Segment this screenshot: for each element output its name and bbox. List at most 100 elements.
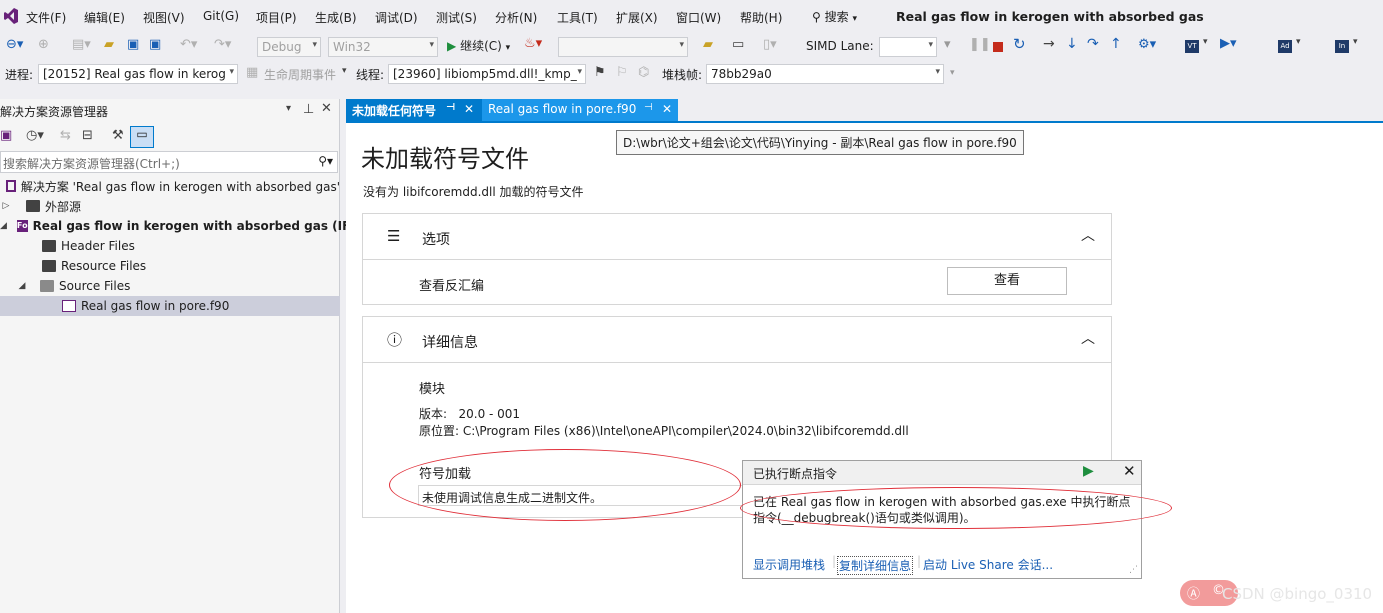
stop-icon[interactable] — [993, 42, 1003, 52]
close-icon[interactable]: ✕ — [321, 101, 332, 116]
continue-button[interactable]: ▶ 继续(C) ▾ — [447, 37, 510, 54]
tree-item-source-files[interactable]: ◢ Source Files — [0, 276, 340, 296]
chevron-up-icon[interactable]: ︿ — [1081, 225, 1095, 245]
show-call-stack-link[interactable]: 显示调用堆栈 — [753, 556, 825, 573]
chevron-down-icon[interactable]: ▾ — [1203, 37, 1208, 47]
sync-arrows-icon[interactable]: ⇆ — [60, 128, 71, 143]
overflow-icon[interactable]: ▾ — [950, 68, 955, 78]
menu-help[interactable]: 帮助(H) — [740, 9, 782, 26]
menu-edit[interactable]: 编辑(E) — [84, 9, 125, 26]
undo-icon[interactable]: ↶▾ — [180, 37, 197, 52]
collapse-all-icon[interactable]: ⊟ — [82, 128, 93, 143]
tree-item-header-files[interactable]: Header Files — [0, 236, 340, 256]
pin-icon[interactable]: ⊥ — [303, 102, 314, 117]
run-icon[interactable]: ▶▾ — [1220, 36, 1237, 51]
page-subtitle: 没有为 libifcoremdd.dll 加载的符号文件 — [363, 185, 584, 199]
chevron-up-icon[interactable]: ︿ — [1081, 328, 1095, 348]
tree-item-solution[interactable]: 解决方案 'Real gas flow in kerogen with abso… — [0, 176, 340, 196]
menu-analyze[interactable]: 分析(N) — [495, 9, 537, 26]
pause-icon[interactable]: ❚❚ — [969, 37, 991, 52]
menu-view[interactable]: 视图(V) — [143, 9, 185, 26]
tree-item-resource-files[interactable]: Resource Files — [0, 256, 340, 276]
menu-debug[interactable]: 调试(D) — [375, 9, 418, 26]
search-box[interactable]: ⚲ 搜索 ▾ — [812, 8, 857, 25]
close-icon[interactable]: ✕ — [662, 102, 672, 116]
back-icon[interactable]: ⊖▾ — [6, 37, 23, 52]
show-threads-icon[interactable]: ⌬ — [638, 65, 649, 80]
close-icon[interactable]: ✕ — [1123, 462, 1136, 480]
continue-play-icon[interactable]: ▶ — [1083, 463, 1094, 479]
debug-location-toolbar: 进程: [20152] Real gas flow in kerog ▾ ▦ 生命… — [0, 61, 1383, 87]
advisor-icon[interactable]: Ad — [1278, 40, 1292, 53]
step-over-icon[interactable]: ↷ — [1087, 36, 1099, 52]
options-card-header[interactable]: ☰ 选项 ︿ — [363, 214, 1111, 260]
menu-file[interactable]: 文件(F) — [26, 9, 66, 26]
menu-test[interactable]: 测试(S) — [436, 9, 477, 26]
simd-lane-label: SIMD Lane: — [806, 39, 874, 53]
folder-icon — [42, 260, 56, 272]
resize-grip-icon[interactable]: ⋰ — [1129, 565, 1138, 575]
startup-item-select[interactable]: ▾ — [558, 37, 688, 57]
vtune-icon[interactable]: VT — [1185, 40, 1199, 53]
view-disassembly-label: 查看反汇编 — [419, 279, 485, 294]
close-icon[interactable]: ✕ — [464, 102, 474, 116]
folder-view-icon[interactable]: ▰ — [703, 37, 713, 52]
lifecycle-events-label[interactable]: 生命周期事件 — [264, 66, 336, 83]
tree-item-source-file[interactable]: Real gas flow in pore.f90 — [0, 296, 340, 316]
configuration-select[interactable]: Debug ▾ — [257, 37, 321, 57]
sync-icon[interactable]: ▣ — [0, 128, 12, 143]
open-folder-icon[interactable]: ▰ — [104, 37, 114, 52]
flag-threads-icon[interactable]: ⚐ — [616, 65, 628, 80]
fortran-file-icon — [62, 300, 76, 312]
inspector-icon[interactable]: In — [1335, 40, 1349, 53]
chevron-down-icon[interactable]: ◢ — [16, 281, 28, 291]
tab-source-file[interactable]: Real gas flow in pore.f90 ⊣ ✕ — [482, 99, 678, 121]
menu-extensions[interactable]: 扩展(X) — [616, 9, 658, 26]
chevron-down-icon[interactable]: ◢ — [0, 221, 7, 231]
new-item-icon[interactable]: ▤▾ — [72, 37, 91, 52]
menu-window[interactable]: 窗口(W) — [676, 9, 721, 26]
save-all-icon[interactable]: ▣ — [149, 37, 161, 52]
thread-select[interactable]: [23960] libiomp5md.dll!_kmp_ ▾ — [388, 64, 586, 84]
platform-select[interactable]: Win32 ▾ — [328, 37, 438, 57]
simd-lane-select[interactable]: ▾ — [879, 37, 937, 57]
copy-details-link[interactable]: 复制详细信息 — [837, 556, 914, 575]
menu-project[interactable]: 项目(P) — [256, 9, 297, 26]
redo-icon[interactable]: ↷▾ — [214, 37, 231, 52]
window-icon[interactable]: ▭ — [732, 37, 744, 52]
show-next-statement-icon[interactable]: → — [1043, 36, 1055, 52]
step-into-icon[interactable]: ↓ — [1066, 36, 1078, 52]
save-icon[interactable]: ▣ — [127, 37, 139, 52]
tree-item-external-sources[interactable]: ▷ 外部源 — [0, 196, 340, 216]
menu-git[interactable]: Git(G) — [203, 9, 239, 23]
details-card-header[interactable]: ⓘ 详细信息 ︿ — [363, 317, 1111, 363]
chevron-down-icon[interactable]: ▾ — [286, 103, 291, 114]
restart-icon[interactable]: ↻ — [1013, 35, 1026, 53]
chevron-down-icon[interactable]: ▾ — [1296, 37, 1301, 47]
pin-icon[interactable]: ⊣ — [446, 102, 455, 113]
view-disassembly-button[interactable]: 查看 — [947, 267, 1067, 295]
menu-build[interactable]: 生成(B) — [315, 9, 357, 26]
process-select[interactable]: [20152] Real gas flow in kerog ▾ — [38, 64, 238, 84]
location-line: 原位置: C:\Program Files (x86)\Intel\oneAPI… — [419, 424, 909, 438]
start-live-share-link[interactable]: 启动 Live Share 会话... — [923, 556, 1053, 573]
menu-tools[interactable]: 工具(T) — [557, 9, 598, 26]
tab-no-symbols[interactable]: 未加载任何符号 ⊣ ✕ — [346, 99, 482, 121]
chevron-down-icon[interactable]: ▾ — [342, 66, 347, 76]
overflow-icon[interactable]: ▾ — [944, 37, 951, 52]
document-icon[interactable]: ▯▾ — [763, 37, 777, 52]
flag-icon[interactable]: ⚑ — [594, 65, 606, 80]
chevron-right-icon[interactable]: ▷ — [0, 201, 12, 211]
pin-icon[interactable]: ⊣ — [644, 102, 653, 113]
hot-reload-icon[interactable]: ♨▾ — [524, 36, 542, 51]
forward-icon[interactable]: ⊕ — [38, 37, 49, 52]
tree-item-project[interactable]: ◢ Fo Real gas flow in kerogen with absor… — [0, 216, 360, 236]
chevron-down-icon[interactable]: ▾ — [1353, 37, 1358, 47]
stack-frame-select[interactable]: 78bb29a0 ▾ — [706, 64, 944, 84]
solution-search-input[interactable]: 搜索解决方案资源管理器(Ctrl+;) ⚲▾ — [0, 151, 338, 173]
diagnostic-icon[interactable]: ⚙▾ — [1138, 37, 1156, 52]
step-out-icon[interactable]: ↑ — [1110, 36, 1122, 52]
wrench-icon[interactable]: ⚒ — [112, 128, 124, 143]
history-icon[interactable]: ◷▾ — [26, 128, 44, 143]
preview-selected-icon[interactable]: ▭ — [130, 126, 154, 148]
